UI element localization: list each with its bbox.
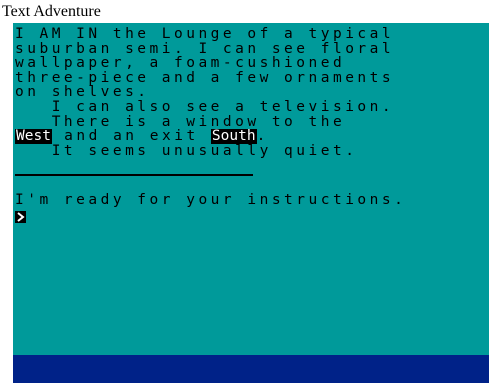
command-input[interactable] (31, 210, 471, 223)
description-line: I AM IN the Lounge of a typical (15, 27, 395, 42)
exits-line: West and an exit South. (15, 129, 487, 144)
description-line: There is a window to the (15, 114, 346, 130)
description-line: I can also see a television. (15, 99, 395, 115)
game-window: Text Adventure I AM IN the Lounge of a t… (0, 0, 501, 383)
description-line: wallpaper, a foam-cushioned (15, 56, 346, 71)
description-line: It seems unusually quiet. (15, 143, 358, 159)
description-line: three-piece and a few ornaments (15, 70, 395, 86)
description-line: suburban semi. I can see floral (15, 41, 395, 57)
input-cursor-icon (15, 211, 26, 223)
exits-middle-text: and an exit (51, 129, 211, 144)
window-title: Text Adventure (2, 3, 101, 20)
section-divider (15, 174, 253, 176)
exits-end-text: . (256, 129, 269, 144)
exit-south-highlight: South (210, 129, 257, 144)
game-screen[interactable]: I AM IN the Lounge of a typical suburban… (13, 23, 489, 383)
ready-prompt: I'm ready for your instructions. (15, 193, 407, 208)
room-description: I AM IN the Lounge of a typical suburban… (15, 27, 487, 158)
description-line: on shelves. (15, 85, 150, 100)
exit-west-highlight: West (15, 129, 52, 144)
border-strip (13, 355, 489, 383)
command-line[interactable] (15, 210, 487, 224)
